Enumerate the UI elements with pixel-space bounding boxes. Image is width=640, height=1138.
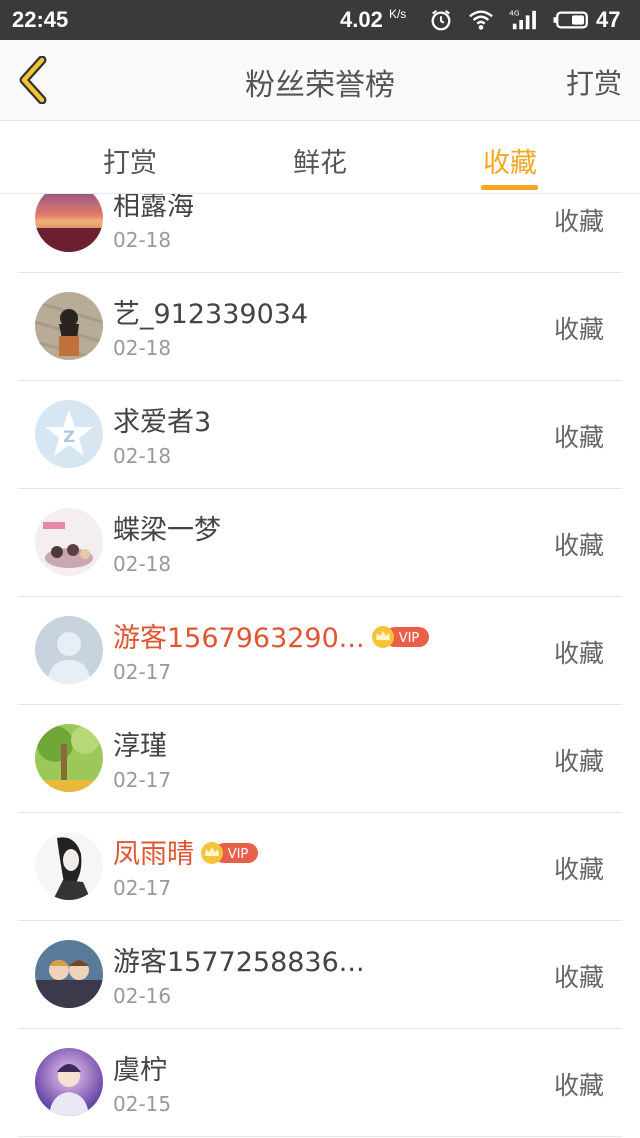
sunset-avatar[interactable] xyxy=(35,194,103,252)
list-item[interactable]: 淳瑾 02-17 收藏 xyxy=(18,704,622,813)
svg-text:4G: 4G xyxy=(509,8,520,17)
svg-text:VIP: VIP xyxy=(228,847,249,862)
tab-tip[interactable]: 打赏 xyxy=(70,141,190,180)
list-item[interactable]: 游客1577258836... 02-16 收藏 xyxy=(18,920,622,1029)
tab-flowers[interactable]: 鲜花 xyxy=(260,141,380,180)
default-person-avatar[interactable] xyxy=(35,616,103,684)
list-item[interactable]: 凤雨晴 VIP 02-17 收藏 xyxy=(18,812,622,921)
boy-avatar[interactable] xyxy=(35,1048,103,1116)
vip-badge: VIP xyxy=(201,841,258,864)
fan-action: 收藏 xyxy=(553,963,604,992)
fan-name: 相露海 xyxy=(113,194,194,222)
list-item[interactable]: 艺_912339034 02-18 收藏 xyxy=(18,272,622,381)
fan-name: 游客1577258836... xyxy=(113,947,365,978)
fan-action: 收藏 xyxy=(553,315,604,344)
fan-date: 02-15 xyxy=(113,1092,172,1116)
fan-date: 02-16 xyxy=(113,984,172,1008)
qq-star-avatar[interactable]: Z xyxy=(35,400,103,468)
fan-action: 收藏 xyxy=(553,747,604,776)
fan-date: 02-17 xyxy=(113,768,172,792)
drama-avatar[interactable] xyxy=(35,508,103,576)
alarm-icon xyxy=(431,9,451,31)
svg-text:VIP: VIP xyxy=(398,631,419,646)
list-item[interactable]: 相露海 02-18 收藏 xyxy=(18,194,622,273)
signal-icon: 4G xyxy=(509,8,536,30)
fan-action: 收藏 xyxy=(553,531,604,560)
fan-action: 收藏 xyxy=(553,423,604,452)
fan-date: 02-18 xyxy=(113,552,172,576)
list-item[interactable]: 蝶梁一梦 02-18 收藏 xyxy=(18,488,622,597)
fan-name: 虞柠 xyxy=(113,1055,167,1086)
fan-list[interactable]: 相露海 02-18 收藏 艺_912339034 02-18 收藏 Z 求爱者3… xyxy=(0,194,640,1138)
fan-action: 收藏 xyxy=(553,207,604,236)
status-bar: 22:45 4.02 K/s 4G 47 xyxy=(0,0,640,40)
network-speed: 4.02 K/s xyxy=(340,7,407,32)
page-title: 粉丝荣誉榜 xyxy=(245,68,395,103)
active-tab-indicator xyxy=(481,185,538,190)
tree-avatar[interactable] xyxy=(35,724,103,792)
list-item[interactable]: 游客1567963290... VIP 02-17 收藏 xyxy=(18,596,622,705)
list-item[interactable]: Z 求爱者3 02-18 收藏 xyxy=(18,380,622,489)
wifi-icon xyxy=(469,10,493,30)
battery-level: 47 xyxy=(596,7,621,32)
fan-name: 艺_912339034 xyxy=(113,299,309,330)
tip-button[interactable]: 打赏 xyxy=(566,62,622,102)
fan-date: 02-18 xyxy=(113,336,172,360)
fan-name: 淳瑾 xyxy=(113,731,167,762)
status-time: 22:45 xyxy=(12,7,69,32)
vip-badge: VIP xyxy=(371,625,429,648)
fan-name: 求爱者3 xyxy=(113,407,212,438)
tab-bar: 打赏 鲜花 收藏 xyxy=(0,121,640,194)
fan-name-vip: 凤雨晴 VIP xyxy=(113,832,258,871)
fan-name: 蝶梁一梦 xyxy=(113,515,221,546)
fan-date: 02-18 xyxy=(113,228,172,252)
list-item[interactable]: 虞柠 02-15 收藏 xyxy=(18,1028,622,1137)
fan-action: 收藏 xyxy=(553,1071,604,1100)
fan-date: 02-18 xyxy=(113,444,172,468)
fan-date: 02-17 xyxy=(113,660,172,684)
fan-date: 02-17 xyxy=(113,876,172,900)
fan-action: 收藏 xyxy=(553,639,604,668)
battery-icon xyxy=(553,11,588,29)
app-header: 粉丝荣誉榜 打赏 xyxy=(0,40,640,121)
tab-favorites[interactable]: 收藏 xyxy=(450,141,570,180)
svg-text:Z: Z xyxy=(63,427,75,446)
fan-name-vip: 游客1567963290... VIP xyxy=(113,616,429,655)
couple-avatar[interactable] xyxy=(35,940,103,1008)
ink-drawing-avatar[interactable] xyxy=(35,832,103,900)
girl-avatar[interactable] xyxy=(35,292,103,360)
fan-action: 收藏 xyxy=(553,855,604,884)
